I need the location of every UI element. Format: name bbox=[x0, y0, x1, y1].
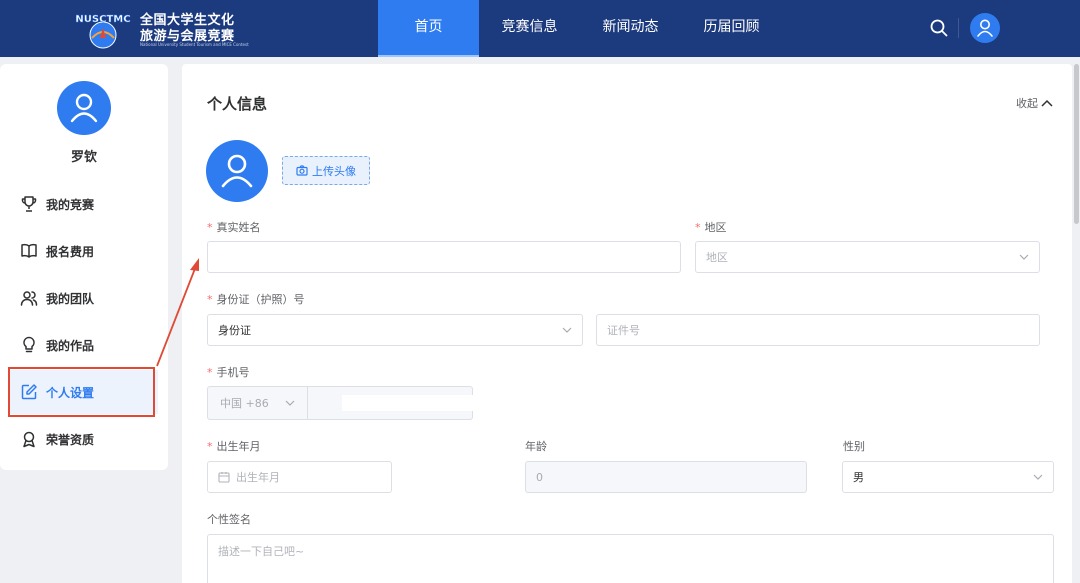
region-select[interactable]: 地区 bbox=[695, 241, 1040, 273]
sidebar-item-honors[interactable]: 荣誉资质 bbox=[8, 417, 158, 461]
camera-icon bbox=[296, 165, 308, 176]
logo-badge-icon: NUSCTMC bbox=[75, 14, 131, 49]
site-logo[interactable]: NUSCTMC 全国大学生文化 旅游与会展竞赛 National Univers… bbox=[72, 6, 249, 52]
chevron-down-icon bbox=[1033, 474, 1043, 480]
user-avatar-icon bbox=[221, 154, 253, 188]
panel-title: 个人信息 bbox=[207, 95, 268, 113]
trophy-icon bbox=[8, 194, 44, 214]
sidebar-item-label: 荣誉资质 bbox=[46, 432, 95, 447]
sidebar-item-my-team[interactable]: 我的团队 bbox=[8, 276, 158, 320]
age-input: 0 bbox=[525, 461, 807, 493]
sidebar-item-label: 个人设置 bbox=[46, 385, 95, 400]
collapse-label: 收起 bbox=[1016, 97, 1038, 110]
birth-date-picker[interactable]: 出生年月 bbox=[207, 461, 392, 493]
sidebar-item-label: 报名费用 bbox=[46, 244, 95, 259]
sidebar-item-my-competitions[interactable]: 我的竞赛 bbox=[8, 182, 158, 226]
search-icon[interactable] bbox=[928, 17, 950, 39]
signature-label: 个性签名 bbox=[207, 513, 251, 526]
sidebar-item-label: 我的团队 bbox=[46, 291, 95, 306]
sidebar-avatar[interactable] bbox=[57, 81, 111, 135]
top-header: NUSCTMC 全国大学生文化 旅游与会展竞赛 National Univers… bbox=[0, 0, 1080, 57]
chevron-down-icon bbox=[562, 327, 572, 333]
sidebar-user-name: 罗钦 bbox=[70, 150, 97, 165]
user-avatar-icon bbox=[977, 19, 993, 37]
logo-badge-text: NUSCTMC bbox=[75, 14, 130, 25]
profile-sidebar: 罗钦 我的竞赛 报名费用 我的团队 我的作品 个人设置 荣誉资质 bbox=[0, 64, 168, 470]
edit-icon bbox=[8, 382, 44, 402]
chevron-up-icon bbox=[1041, 99, 1053, 107]
phone-number-input[interactable] bbox=[342, 395, 478, 411]
calendar-icon bbox=[218, 472, 230, 483]
gender-label: 性别 bbox=[843, 440, 865, 453]
collapse-toggle[interactable]: 收起 bbox=[1016, 95, 1053, 111]
real-name-input[interactable] bbox=[207, 241, 681, 273]
signature-textarea[interactable]: 描述一下自己吧~ bbox=[207, 534, 1054, 583]
id-number-input[interactable]: 证件号 bbox=[596, 314, 1040, 346]
nav-tab-home[interactable]: 首页 bbox=[378, 0, 479, 57]
real-name-label: * 真实姓名 bbox=[207, 221, 261, 234]
lightbulb-icon bbox=[8, 335, 44, 355]
personal-info-panel: 个人信息 收起 上传头像 * 真实姓名 * 地区 地区 * 身份证（护照）号 身份证 … bbox=[182, 64, 1072, 583]
nav-tab-history[interactable]: 历届回顾 bbox=[681, 0, 782, 57]
chevron-down-icon bbox=[1019, 254, 1029, 260]
sidebar-item-label: 我的竞赛 bbox=[46, 197, 95, 212]
phone-field: 中国 +86 bbox=[207, 386, 478, 420]
team-icon bbox=[8, 288, 44, 308]
scrollbar[interactable] bbox=[1074, 64, 1079, 224]
user-avatar-icon bbox=[70, 93, 98, 123]
nav-tab-news[interactable]: 新闻动态 bbox=[580, 0, 681, 57]
chevron-down-icon bbox=[285, 400, 295, 406]
phone-label: * 手机号 bbox=[207, 366, 250, 379]
upload-avatar-label: 上传头像 bbox=[312, 164, 356, 178]
sidebar-item-personal-settings[interactable]: 个人设置 bbox=[8, 370, 158, 414]
country-code-select[interactable]: 中国 +86 bbox=[208, 387, 308, 419]
birth-label: * 出生年月 bbox=[207, 440, 261, 453]
age-label: 年龄 bbox=[525, 440, 547, 453]
nav-tab-competition-info[interactable]: 竞赛信息 bbox=[479, 0, 580, 57]
id-label: * 身份证（护照）号 bbox=[207, 293, 305, 306]
region-label: * 地区 bbox=[695, 221, 727, 234]
award-icon bbox=[8, 429, 44, 449]
sidebar-item-my-works[interactable]: 我的作品 bbox=[8, 323, 158, 367]
sidebar-item-registration-fee[interactable]: 报名费用 bbox=[8, 229, 158, 273]
profile-avatar bbox=[206, 140, 268, 202]
book-icon bbox=[8, 241, 44, 261]
logo-subtitle: National University Student Tourism and … bbox=[140, 42, 249, 47]
sidebar-item-label: 我的作品 bbox=[46, 338, 95, 353]
header-user-avatar[interactable] bbox=[970, 13, 1000, 43]
gender-select[interactable]: 男 bbox=[842, 461, 1054, 493]
id-type-select[interactable]: 身份证 bbox=[207, 314, 583, 346]
upload-avatar-button[interactable]: 上传头像 bbox=[282, 156, 370, 185]
header-divider bbox=[958, 18, 959, 38]
